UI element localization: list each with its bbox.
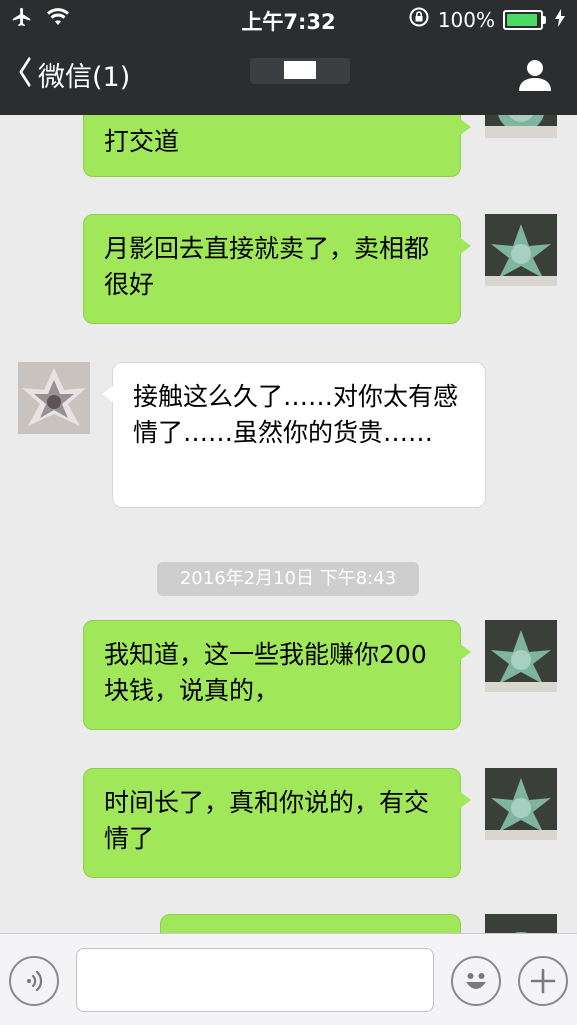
message-input[interactable] [76, 948, 434, 1012]
top-bar: 上午7:32 100% 微信(1) [0, 0, 577, 115]
plus-icon[interactable] [518, 956, 568, 1006]
back-label: 微信(1) [38, 62, 131, 93]
message-text: 我知道，这一些我能赚你200块钱，说真的， [104, 640, 427, 705]
message-text: 打交道 [104, 127, 180, 156]
avatar-contact[interactable] [18, 362, 90, 434]
emoji-icon[interactable] [451, 956, 501, 1006]
chat-title-redacted [250, 58, 350, 84]
back-button[interactable]: 微信(1) [16, 55, 130, 94]
status-right: 100% [408, 6, 565, 33]
message-bubble[interactable]: 我知道，这一些我能赚你200块钱，说真的， [83, 620, 471, 730]
input-bar [0, 933, 577, 1025]
battery-icon [503, 9, 546, 30]
message-bubble[interactable]: 接触这么久了……对你太有感情了……虽然你的货贵…… [102, 362, 486, 508]
message-bubble[interactable]: 月影回去直接就卖了，卖相都很好 [83, 214, 471, 324]
voice-icon[interactable] [9, 956, 59, 1006]
timestamp-badge: 2016年2月10日 下午8:43 [157, 562, 419, 596]
battery-percent: 100% [437, 7, 495, 32]
chevron-left-icon [19, 56, 32, 93]
profile-icon[interactable] [517, 57, 553, 93]
message-text: 时间长了，真和你说的，有交情了 [104, 788, 430, 853]
message-text: 月影回去直接就卖了，卖相都很好 [104, 234, 430, 299]
status-bar: 上午7:32 100% [0, 0, 577, 38]
rotation-lock-icon [408, 6, 430, 33]
message-bubble[interactable]: 时间长了，真和你说的，有交情了 [83, 768, 471, 878]
avatar-self[interactable] [485, 214, 557, 286]
charging-icon [555, 8, 565, 32]
avatar-self[interactable] [485, 768, 557, 840]
nav-bar: 微信(1) [0, 45, 577, 105]
message-text: 接触这么久了……对你太有感情了……虽然你的货贵…… [133, 382, 459, 447]
avatar-self[interactable] [485, 620, 557, 692]
